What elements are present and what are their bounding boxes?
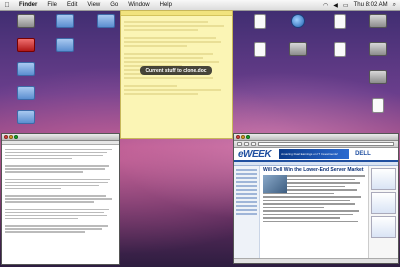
desktop-icon-folder[interactable] [6,110,46,124]
spotlight-icon[interactable]: ⌕ [393,2,396,9]
window-title-tooltip: Current stuff to clone.doc [140,66,212,75]
menu-help[interactable]: Help [155,2,177,8]
apple-menu-icon[interactable]:  [0,2,14,9]
lead-headline[interactable]: Will Dell Win the Lower-End Server Marke… [263,168,365,173]
desktop-icon-hard-drive[interactable] [6,14,46,28]
minimize-icon[interactable] [9,135,13,139]
site-banner: eWEEK Amazing Dual Earnings on IT Invest… [234,148,398,162]
sidebar-ad[interactable] [371,168,396,190]
wifi-icon[interactable]: ◠ [323,2,328,9]
close-icon[interactable] [4,135,8,139]
close-icon[interactable] [236,135,240,139]
desktop-icon-folder[interactable] [45,14,85,28]
desktop-icon-document[interactable] [320,14,360,29]
banner-ad[interactable]: Amazing Dual Earnings on IT Investments! [279,149,350,159]
menu-file[interactable]: File [42,2,62,8]
reload-button[interactable] [251,142,256,146]
folder-icon [97,14,115,28]
folder-icon [17,86,35,100]
zoom-icon[interactable] [14,135,18,139]
red-folder-icon [17,38,35,52]
desktop-icon-drive[interactable] [358,70,398,84]
menu-go[interactable]: Go [105,2,123,8]
desktop-icon-folder[interactable] [45,38,85,52]
right-column [368,166,398,258]
hard-drive-icon [17,14,35,28]
site-logo[interactable]: eWEEK [238,149,272,160]
back-button[interactable] [237,142,242,146]
drive-icon [369,42,387,56]
drive-icon [369,14,387,28]
desktop-icon-red-folder[interactable] [6,38,46,52]
sticky-note-content[interactable] [121,16,232,100]
forward-button[interactable] [244,142,249,146]
folder-icon [56,14,74,28]
folder-icon [17,62,35,76]
desktop-icon-folder[interactable] [6,86,46,100]
browser-toolbar [234,141,398,148]
sidebar-ad[interactable] [371,216,396,238]
desktop-icon-drive[interactable] [278,42,318,56]
left-nav[interactable] [234,166,260,258]
desktop-icon-document[interactable] [358,98,398,113]
main-content: Will Dell Win the Lower-End Server Marke… [260,166,368,258]
text-editor-window[interactable] [1,133,120,265]
menu-edit[interactable]: Edit [62,2,82,8]
desktop-icon-document[interactable] [240,14,280,29]
folder-icon [56,38,74,52]
document-icon [254,14,266,29]
document-icon [254,42,266,57]
browser-titlebar[interactable] [234,134,398,141]
browser-status-bar [234,258,398,263]
document-icon [334,14,346,29]
desktop-icon-folder[interactable] [6,62,46,76]
address-bar[interactable] [258,142,394,146]
desktop-icon-network[interactable] [278,14,318,28]
volume-icon[interactable]: ◀ [333,2,338,9]
desktop-icon-document[interactable] [320,42,360,57]
document-icon [372,98,384,113]
sidebar-ad[interactable] [371,192,396,214]
desktop-icon-document[interactable] [240,42,280,57]
desktop-icon-drive[interactable] [358,42,398,56]
text-editor-content[interactable] [2,145,119,236]
menu-window[interactable]: Window [123,2,154,8]
browser-window[interactable]: eWEEK Amazing Dual Earnings on IT Invest… [233,133,399,264]
menu-clock[interactable]: Thu 8:02 AM [354,2,388,8]
advertiser-logo[interactable]: DELL [355,151,371,157]
menu-view[interactable]: View [82,2,105,8]
menu-finder[interactable]: Finder [14,2,42,8]
folder-icon [17,110,35,124]
minimize-icon[interactable] [241,135,245,139]
text-editor-titlebar[interactable] [2,134,119,141]
globe-icon [291,14,305,28]
desktop-icon-drive[interactable] [358,14,398,28]
battery-icon[interactable]: ▭ [343,2,349,9]
drive-icon [289,42,307,56]
zoom-icon[interactable] [246,135,250,139]
drive-icon [369,70,387,84]
document-icon [334,42,346,57]
lead-story-image[interactable] [263,175,287,193]
